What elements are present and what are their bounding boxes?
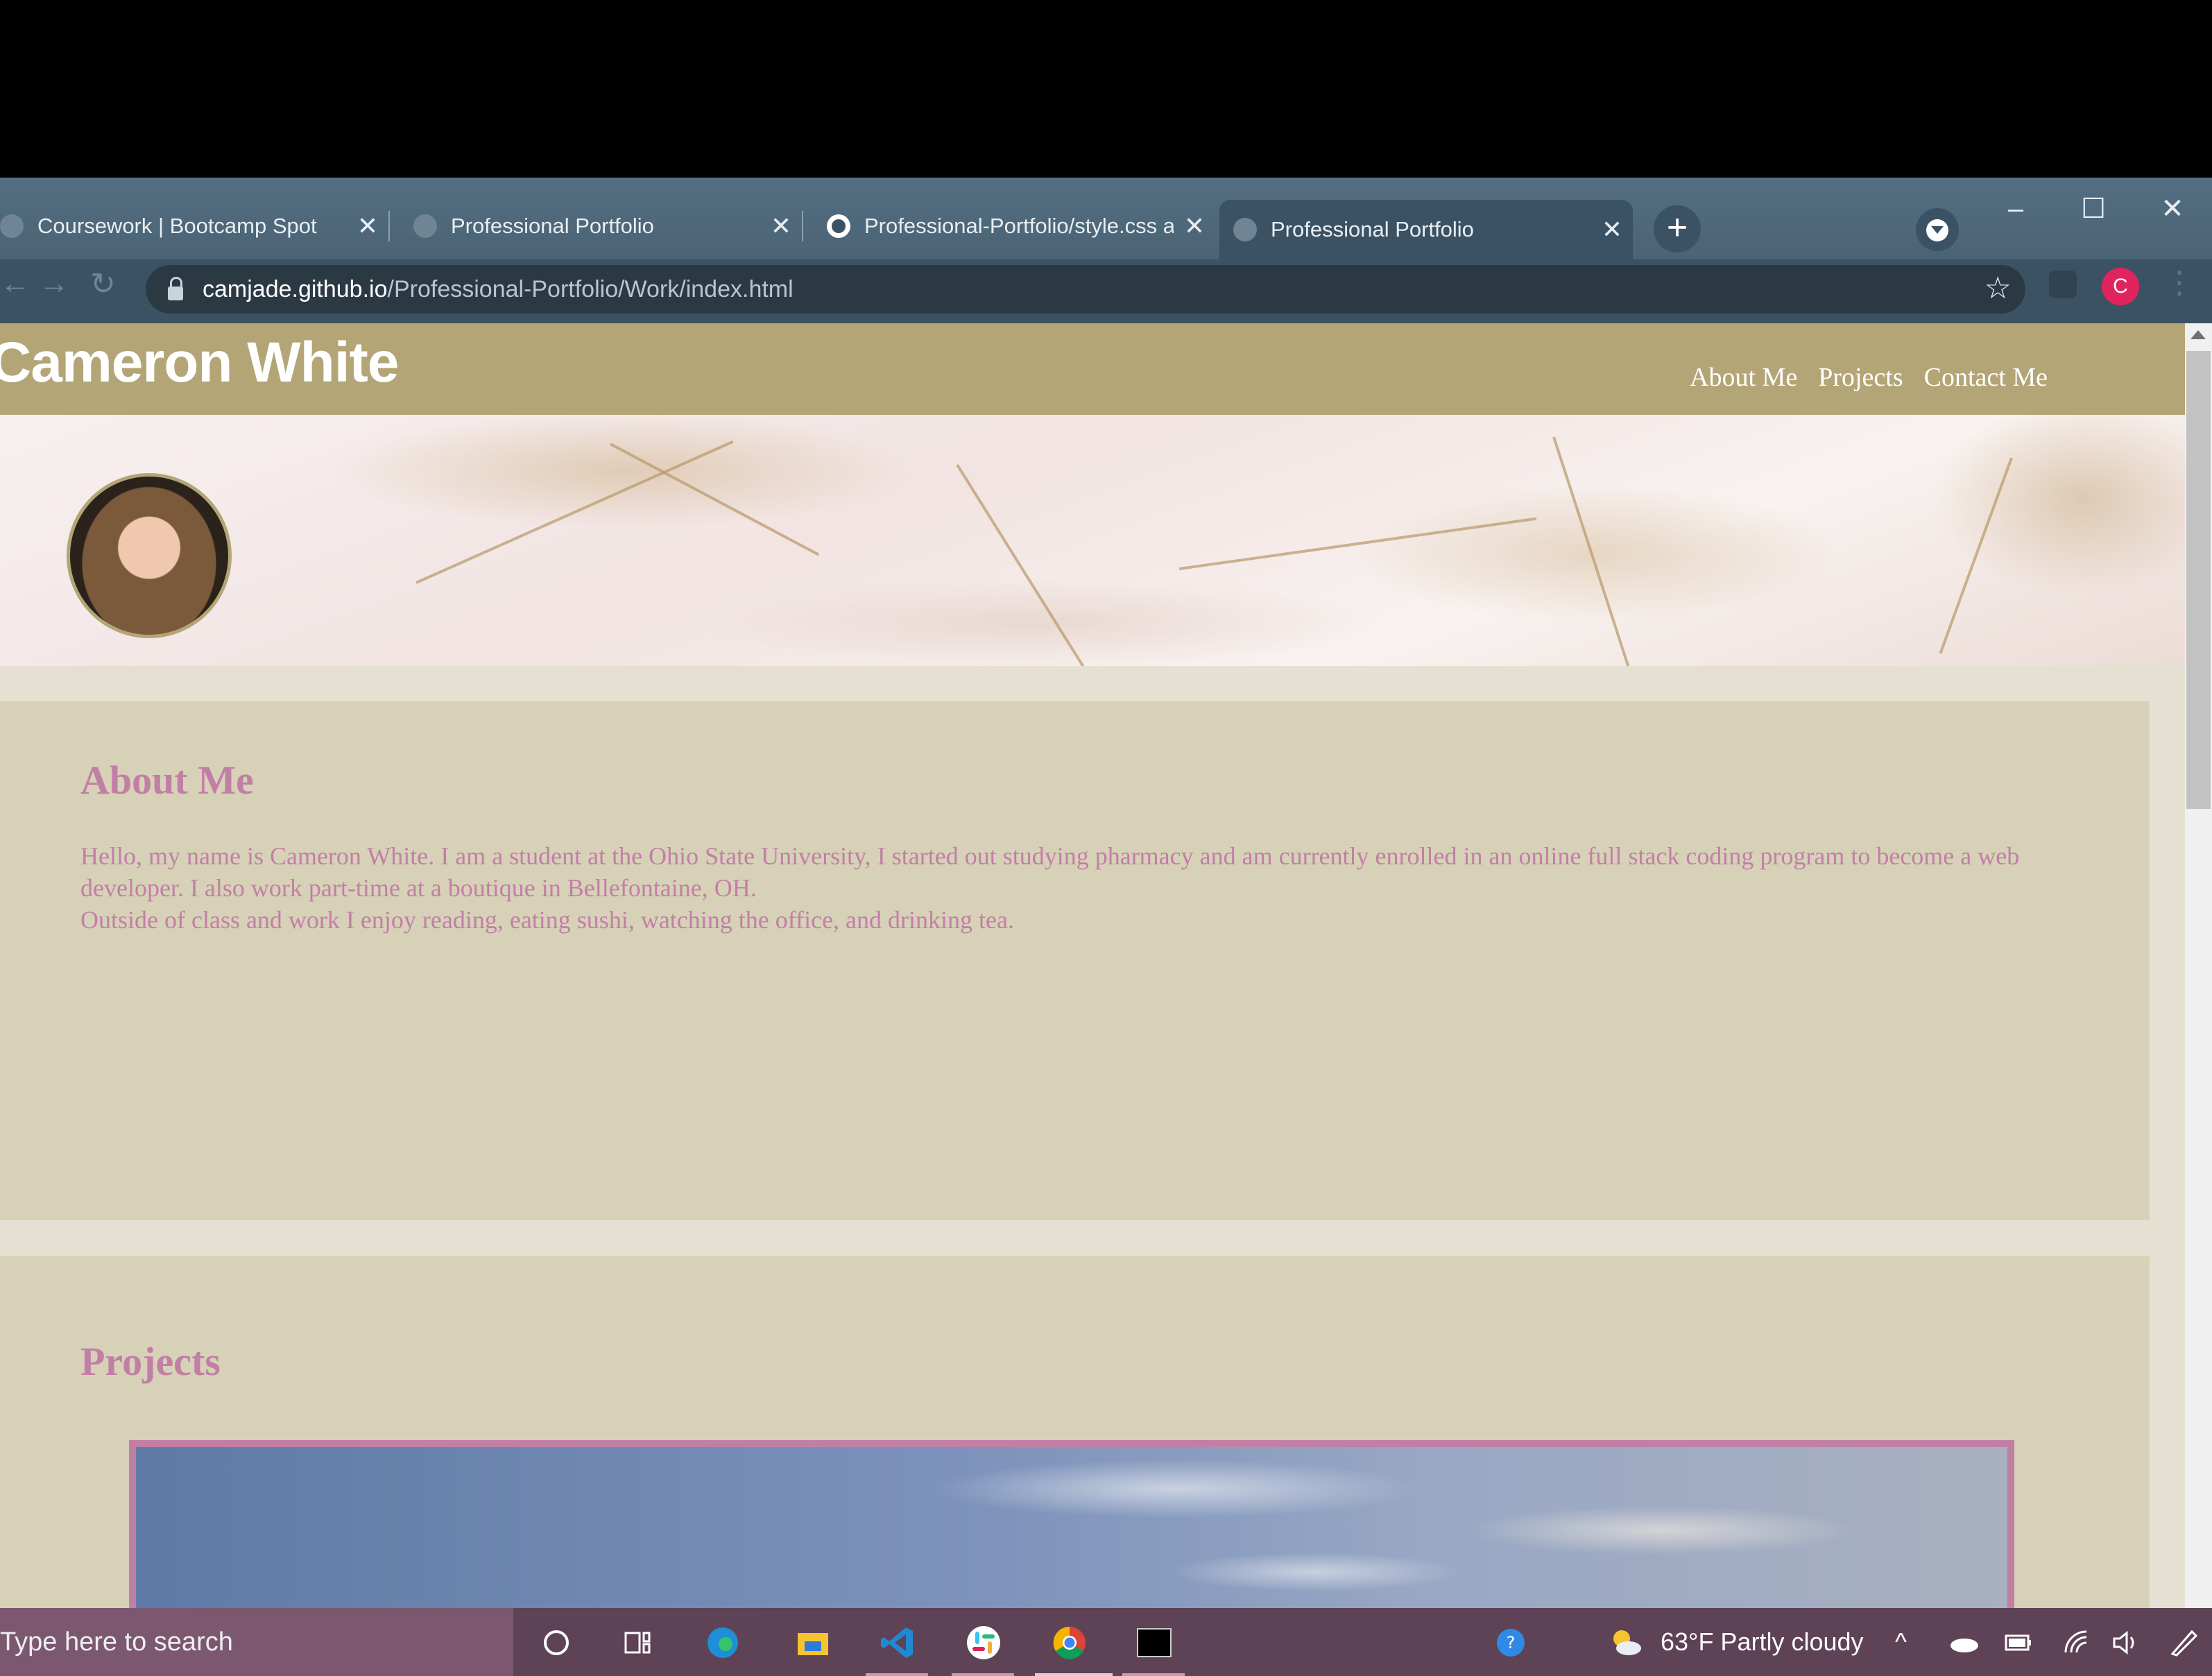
lock-icon (168, 277, 183, 300)
close-tab-icon[interactable]: ✕ (347, 212, 388, 241)
chrome-icon[interactable] (1052, 1625, 1088, 1661)
nav-link-about-me[interactable]: About Me (1690, 362, 1797, 393)
pen-ink-icon[interactable] (2166, 1625, 2202, 1661)
taskbar-running-indicator (952, 1673, 1014, 1676)
nav-link-projects[interactable]: Projects (1818, 362, 1903, 393)
project-image-card[interactable] (129, 1440, 2014, 1608)
about-text: Hello, my name is Cameron White. I am a … (80, 840, 2092, 936)
minimize-icon[interactable]: – (1988, 191, 2043, 226)
taskbar-search-box[interactable]: Type here to search (0, 1608, 513, 1676)
bookmark-star-icon[interactable]: ☆ (1984, 271, 2012, 306)
site-nav: About Me Projects Contact Me (1690, 362, 2048, 393)
cortana-circle-icon[interactable] (538, 1625, 574, 1661)
edge-browser-icon[interactable] (705, 1625, 741, 1661)
windows-taskbar: Type here to search ? 63°F Partly cloudy… (0, 1608, 2212, 1676)
close-tab-icon[interactable]: ✕ (760, 212, 802, 241)
weather-text[interactable]: 63°F Partly cloudy (1661, 1608, 1864, 1676)
volume-icon[interactable] (2109, 1625, 2145, 1661)
marble-vein (610, 443, 820, 556)
tab-strip: Coursework | Bootcamp Spot ✕ Professiona… (0, 178, 2212, 259)
address-bar[interactable]: camjade.github.io/Professional-Portfolio… (146, 265, 2025, 314)
taskbar-running-indicator (1035, 1673, 1113, 1676)
vscode-icon[interactable] (880, 1625, 916, 1661)
browser-menu-icon[interactable]: ⋮ (2164, 265, 2195, 300)
site-header: Cameron White About Me Projects Contact … (0, 323, 2185, 415)
scroll-up-arrow-icon[interactable] (2190, 330, 2206, 339)
extensions-puzzle-icon[interactable] (2049, 271, 2077, 298)
help-icon[interactable]: ? (1493, 1625, 1529, 1661)
screen-top-black-band (0, 0, 2212, 178)
tab-coursework[interactable]: Coursework | Bootcamp Spot ✕ (0, 198, 388, 254)
close-tab-icon[interactable]: ✕ (1174, 212, 1215, 241)
wifi-icon[interactable] (2059, 1625, 2095, 1661)
new-tab-plus-icon[interactable]: + (1654, 205, 1701, 253)
page-viewport: Cameron White About Me Projects Contact … (0, 323, 2212, 1608)
about-paragraph: Hello, my name is Cameron White. I am a … (80, 842, 2020, 902)
svg-text:?: ? (1507, 1633, 1516, 1652)
marble-vein (1552, 436, 1633, 666)
tab-search-icon[interactable] (1916, 208, 1959, 251)
tab-favicon-icon (0, 214, 24, 238)
task-view-icon[interactable] (620, 1625, 656, 1661)
tab-separator (802, 211, 803, 241)
about-heading: About Me (80, 758, 254, 803)
window-close-icon[interactable]: ✕ (2145, 191, 2200, 226)
tab-professional-portfolio-active[interactable]: Professional Portfolio ✕ (1219, 200, 1633, 259)
tab-professional-portfolio-1[interactable]: Professional Portfolio ✕ (400, 198, 802, 254)
forward-icon[interactable]: → (39, 266, 69, 301)
url-host: camjade.github.io (203, 275, 388, 302)
nav-link-contact-me[interactable]: Contact Me (1924, 362, 2048, 393)
reload-icon[interactable]: ↻ (90, 266, 116, 302)
marble-vein (1178, 517, 1537, 570)
onedrive-cloud-icon[interactable] (1946, 1625, 1982, 1661)
url-text: camjade.github.io/Professional-Portfolio… (203, 276, 794, 303)
marble-hero-banner (0, 415, 2185, 666)
scrollbar-thumb[interactable] (2186, 351, 2211, 809)
github-icon (827, 214, 850, 238)
marble-vein (415, 440, 734, 584)
maximize-icon[interactable]: ☐ (2066, 191, 2121, 226)
tray-overflow-chevron-icon[interactable]: ^ (1895, 1608, 1907, 1676)
browser-toolbar: ← → ↻ camjade.github.io/Professional-Por… (0, 259, 2212, 323)
globe-icon (413, 214, 437, 238)
weather-partly-cloudy-icon (1613, 1630, 1641, 1655)
browser-chrome: Coursework | Bootcamp Spot ✕ Professiona… (0, 178, 2212, 323)
profile-photo (67, 473, 232, 638)
projects-heading: Projects (80, 1339, 221, 1384)
tab-github-stylecss[interactable]: Professional-Portfolio/style.css at ✕ (813, 198, 1215, 254)
file-explorer-icon[interactable] (795, 1625, 831, 1661)
terminal-icon[interactable] (1136, 1625, 1172, 1661)
globe-icon (1233, 218, 1257, 241)
profile-avatar[interactable]: C (2102, 268, 2139, 305)
marble-vein (956, 463, 1113, 666)
slack-icon[interactable] (966, 1625, 1002, 1661)
tab-title: Coursework | Bootcamp Spot (37, 214, 317, 238)
tab-title: Professional-Portfolio/style.css at (864, 214, 1174, 238)
about-paragraph: Outside of class and work I enjoy readin… (80, 906, 1014, 934)
tab-separator (388, 211, 390, 241)
battery-icon[interactable] (2000, 1625, 2037, 1661)
marble-vein (1939, 457, 2013, 654)
url-path: /Professional-Portfolio/Work/index.html (387, 275, 794, 302)
back-icon[interactable]: ← (0, 266, 31, 301)
tab-title: Professional Portfolio (1271, 217, 1474, 241)
tab-title: Professional Portfolio (451, 214, 654, 238)
about-me-section: About Me Hello, my name is Cameron White… (0, 701, 2150, 1220)
close-tab-icon[interactable]: ✕ (1591, 215, 1633, 244)
taskbar-running-indicator (1122, 1673, 1185, 1676)
site-title: Cameron White (0, 331, 399, 394)
taskbar-running-indicator (866, 1673, 928, 1676)
